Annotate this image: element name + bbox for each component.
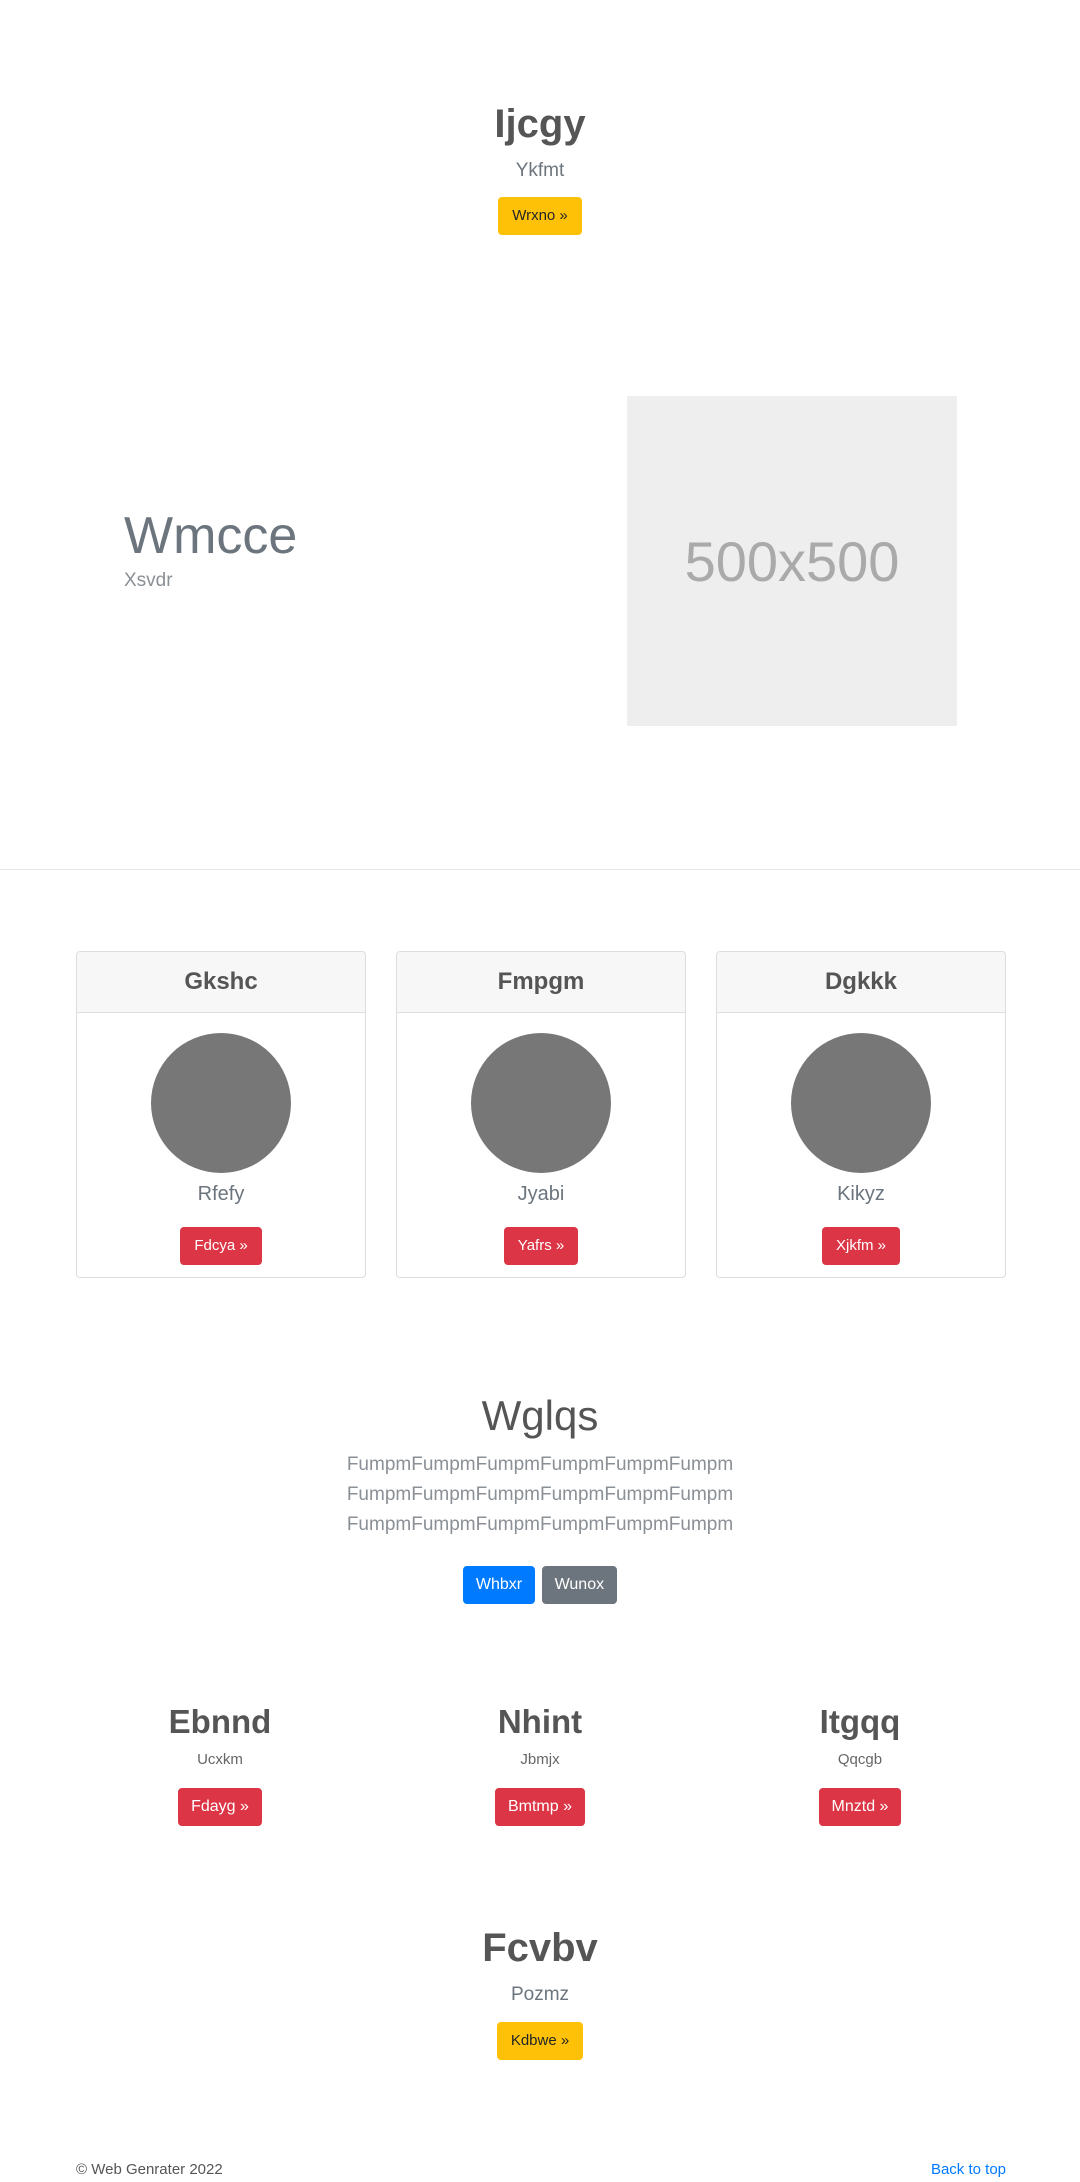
section-lead-line: FumpmFumpmFumpmFumpmFumpmFumpm (346, 1454, 734, 1475)
card-body: Jyabi Yafrs » (397, 1033, 685, 1265)
footer: © Web Genrater 2022 Back to top (76, 2160, 1006, 2180)
bottom-hero-title: Fcvbv (482, 1926, 598, 1970)
card-button[interactable]: Xjkfm » (821, 1227, 900, 1265)
avatar (471, 1033, 611, 1173)
hero-button[interactable]: Wrxno » (498, 197, 582, 235)
card: Fmpgm Jyabi Yafrs » (396, 951, 686, 1278)
bottom-hero-section: Fcvbv Pozmz Kdbwe » (0, 1922, 1080, 2060)
primary-button[interactable]: Whbxr (462, 1566, 536, 1604)
hero-title: Ijcgy (494, 102, 586, 146)
section-title: Wglqs (481, 1392, 599, 1439)
card: Gkshc Rfefy Fdcya » (76, 951, 366, 1278)
section-lead: FumpmFumpmFumpmFumpmFumpmFumpm FumpmFump… (0, 1450, 1080, 1540)
card-text: Rfefy (197, 1183, 245, 1205)
bottom-hero-button[interactable]: Kdbwe » (496, 2022, 584, 2060)
secondary-button[interactable]: Wunox (541, 1566, 618, 1604)
card-header: Dgkkk (717, 952, 1005, 1013)
section-divider (0, 869, 1080, 870)
placeholder-image-label: 500x500 (684, 529, 900, 593)
card-button[interactable]: Yafrs » (503, 1227, 579, 1265)
column-title: Nhint (497, 1703, 583, 1740)
column-title: Ebnnd (168, 1703, 272, 1740)
column-text: Qqcgb (837, 1751, 883, 1768)
column-button[interactable]: Bmtmp » (494, 1788, 585, 1826)
card-body: Kikyz Xjkfm » (717, 1033, 1005, 1265)
card-header: Gkshc (77, 952, 365, 1013)
copyright-text: © Web Genrater 2022 (76, 2161, 223, 2178)
avatar (151, 1033, 291, 1173)
column: Ebnnd Ucxkm Fdayg » (60, 1700, 380, 1826)
column-text: Jbmjx (520, 1751, 560, 1768)
section-buttons: Whbxr Wunox (0, 1566, 1080, 1604)
back-to-top-link[interactable]: Back to top (931, 2160, 1006, 2180)
column: Nhint Jbmjx Bmtmp » (380, 1700, 700, 1826)
card-text: Jyabi (517, 1183, 565, 1205)
avatar (791, 1033, 931, 1173)
column-text: Ucxkm (197, 1751, 243, 1768)
column-button[interactable]: Fdayg » (178, 1788, 262, 1826)
hero-subtitle: Ykfmt (515, 160, 565, 181)
card-body: Rfefy Fdcya » (77, 1033, 365, 1265)
feature-text: Wmcce Xsvdr (124, 506, 297, 592)
card-text: Kikyz (837, 1183, 885, 1205)
section-lead-line: FumpmFumpmFumpmFumpmFumpmFumpm (346, 1514, 734, 1535)
column-title: Itgqq (819, 1703, 901, 1740)
card: Dgkkk Kikyz Xjkfm » (716, 951, 1006, 1278)
bottom-hero-subtitle: Pozmz (510, 1984, 570, 2005)
column-button[interactable]: Mnztd » (818, 1788, 902, 1826)
card-button[interactable]: Fdcya » (180, 1227, 262, 1265)
feature-title: Wmcce (124, 507, 298, 565)
section-lead-line: FumpmFumpmFumpmFumpmFumpmFumpm (346, 1484, 734, 1505)
jumbotron-section: Wglqs FumpmFumpmFumpmFumpmFumpmFumpm Fum… (0, 1390, 1080, 1604)
column: Itgqq Qqcgb Mnztd » (700, 1700, 1020, 1826)
placeholder-image: 500x500 (627, 396, 957, 726)
hero-section: Ijcgy Ykfmt Wrxno » (0, 100, 1080, 235)
card-header: Fmpgm (397, 952, 685, 1013)
feature-subtitle: Xsvdr (124, 570, 173, 591)
